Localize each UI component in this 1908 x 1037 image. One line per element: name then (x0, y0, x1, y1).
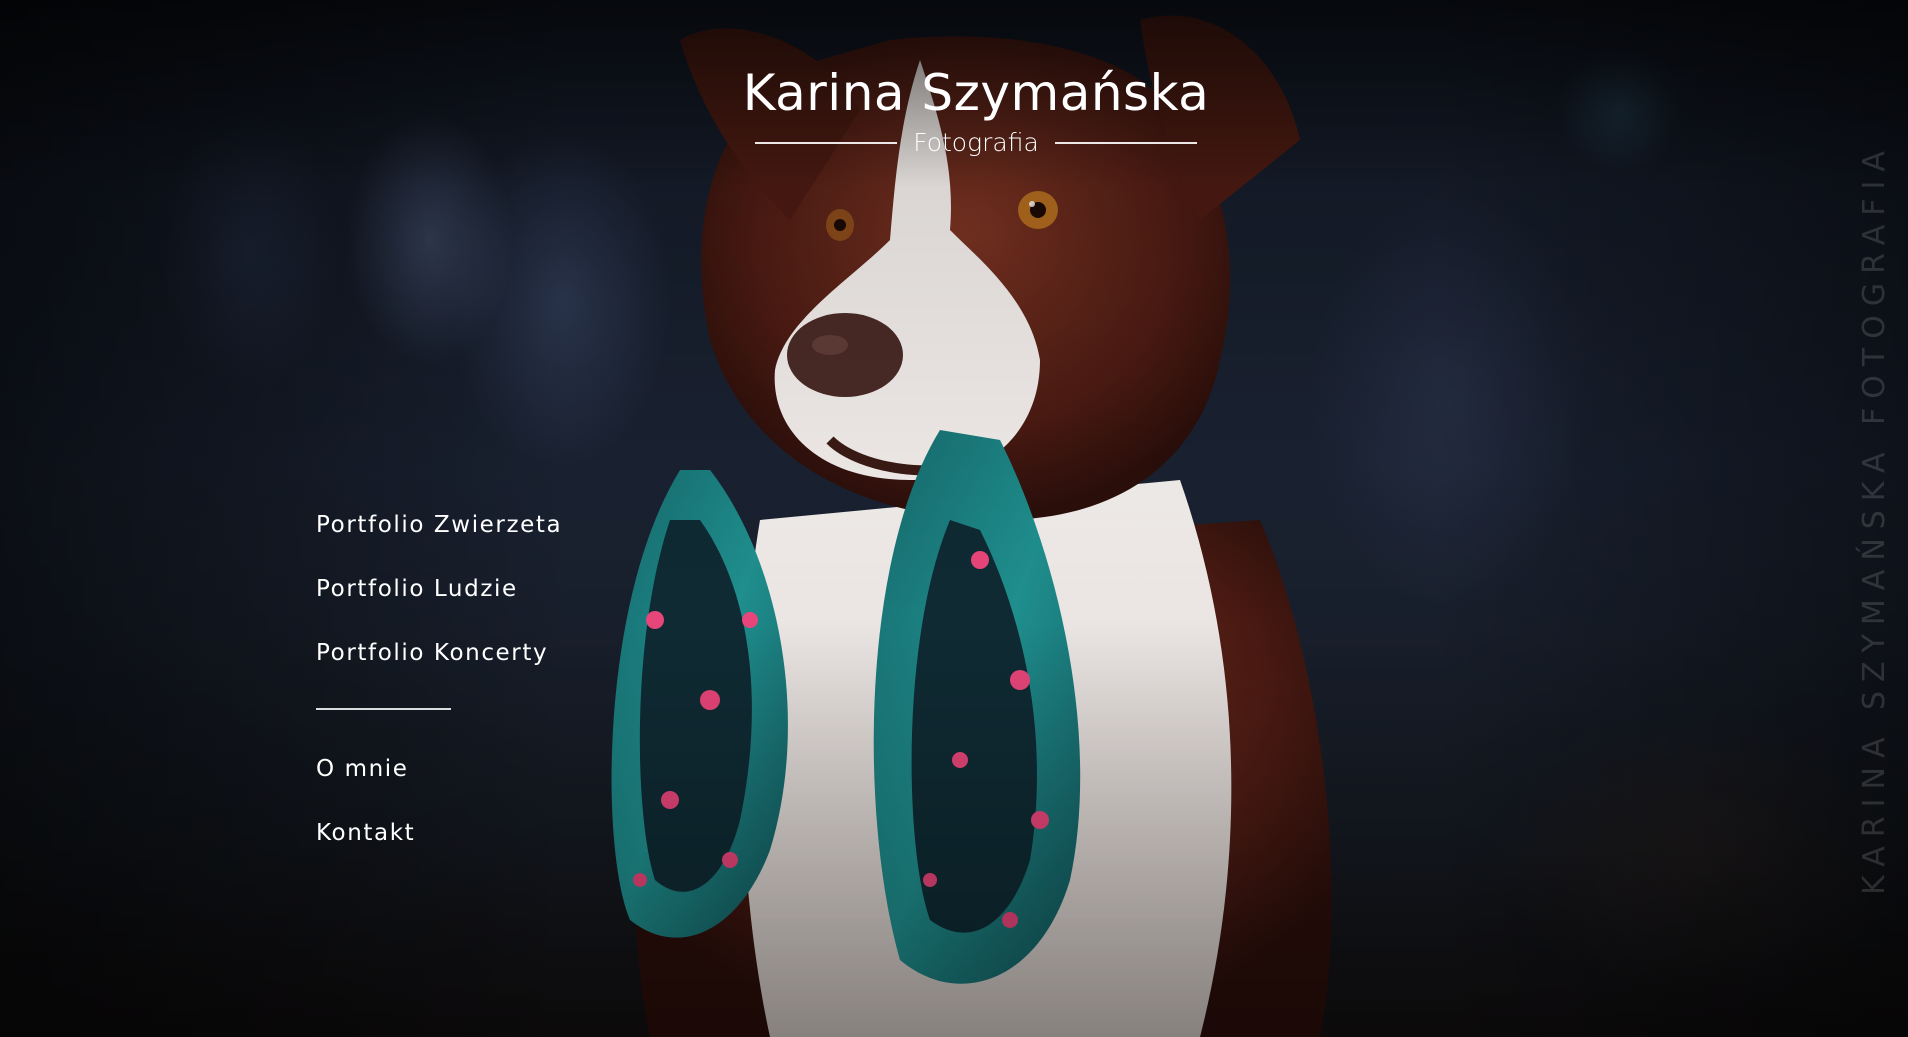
nav-item-portfolio-koncerty[interactable]: Portfolio Koncerty (316, 634, 562, 698)
side-watermark-text: KARINA SZYMAŃSKA FOTOGRAFIA (1856, 141, 1892, 895)
nav-item-portfolio-ludzie[interactable]: Portfolio Ludzie (316, 570, 562, 634)
brand-name[interactable]: Karina Szymańska (44, 64, 1908, 122)
main-navigation: Portfolio Zwierzeta Portfolio Ludzie Por… (316, 506, 562, 878)
nav-item-o-mnie[interactable]: O mnie (316, 750, 562, 814)
brand-subtitle: Fotografia (913, 128, 1039, 157)
brand-subtitle-row: Fotografia (44, 128, 1908, 157)
nav-item-kontakt[interactable]: Kontakt (316, 814, 562, 878)
nav-item-portfolio-zwierzeta[interactable]: Portfolio Zwierzeta (316, 506, 562, 570)
side-watermark: KARINA SZYMAŃSKA FOTOGRAFIA (1844, 128, 1904, 908)
brand-divider-left (755, 141, 898, 144)
nav-divider (316, 708, 451, 710)
page: Karina Szymańska Fotografia Portfolio Zw… (0, 0, 1908, 1037)
brand-divider-right (1054, 141, 1197, 144)
site-brand[interactable]: Karina Szymańska Fotografia (0, 64, 1908, 157)
